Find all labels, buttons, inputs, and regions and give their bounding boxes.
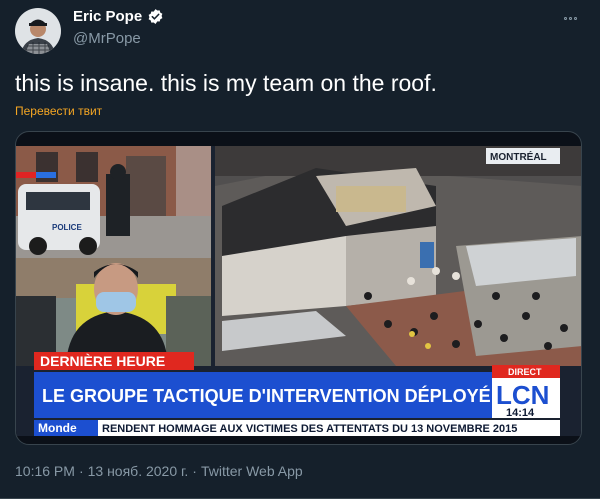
clock-text: 14:14 [506, 407, 535, 419]
ticker-text: RENDENT HOMMAGE AUX VICTIMES DES ATTENTA… [102, 423, 517, 435]
headline-text: LE GROUPE TACTIQUE D'INTERVENTION DÉPLOY… [42, 385, 491, 406]
tweet-time[interactable]: 10:16 PM [15, 463, 75, 479]
avatar-image [15, 8, 61, 54]
location-tag: MONTRÉAL [490, 150, 547, 163]
police-car-text: POLICE [52, 223, 82, 232]
author-name[interactable]: Eric Pope [73, 8, 142, 25]
author-handle[interactable]: @MrPope [73, 30, 141, 47]
news-broadcast-image: POLICE MONTRÉAL DERNIÈRE HEURE LE GROUPE… [16, 146, 581, 436]
tweet-date[interactable]: 13 нояб. 2020 г. [88, 463, 189, 479]
translate-tweet-link[interactable]: Перевести твит [15, 104, 102, 118]
channel-logo: LCN [496, 380, 549, 410]
tweet-text: this is insane. this is my team on the r… [15, 70, 437, 96]
more-options-icon[interactable] [558, 8, 582, 28]
tweet: Eric Pope @MrPope this is insane. this i… [0, 0, 600, 499]
video-frame: POLICE MONTRÉAL DERNIÈRE HEURE LE GROUPE… [16, 146, 581, 436]
meta-separator: · [78, 463, 84, 479]
ticker-section: Monde [38, 421, 77, 435]
breaking-news-label: DERNIÈRE HEURE [40, 353, 165, 369]
tweet-meta: 10:16 PM · 13 нояб. 2020 г. · Twitter We… [15, 463, 303, 479]
tweet-media[interactable]: POLICE MONTRÉAL DERNIÈRE HEURE LE GROUPE… [15, 131, 582, 445]
verified-badge-icon [148, 9, 163, 24]
live-label: DIRECT [508, 367, 542, 377]
author-name-row[interactable]: Eric Pope [73, 8, 164, 25]
meta-separator: · [192, 463, 197, 479]
avatar[interactable] [15, 8, 61, 54]
source-app-link[interactable]: Twitter Web App [201, 463, 303, 479]
